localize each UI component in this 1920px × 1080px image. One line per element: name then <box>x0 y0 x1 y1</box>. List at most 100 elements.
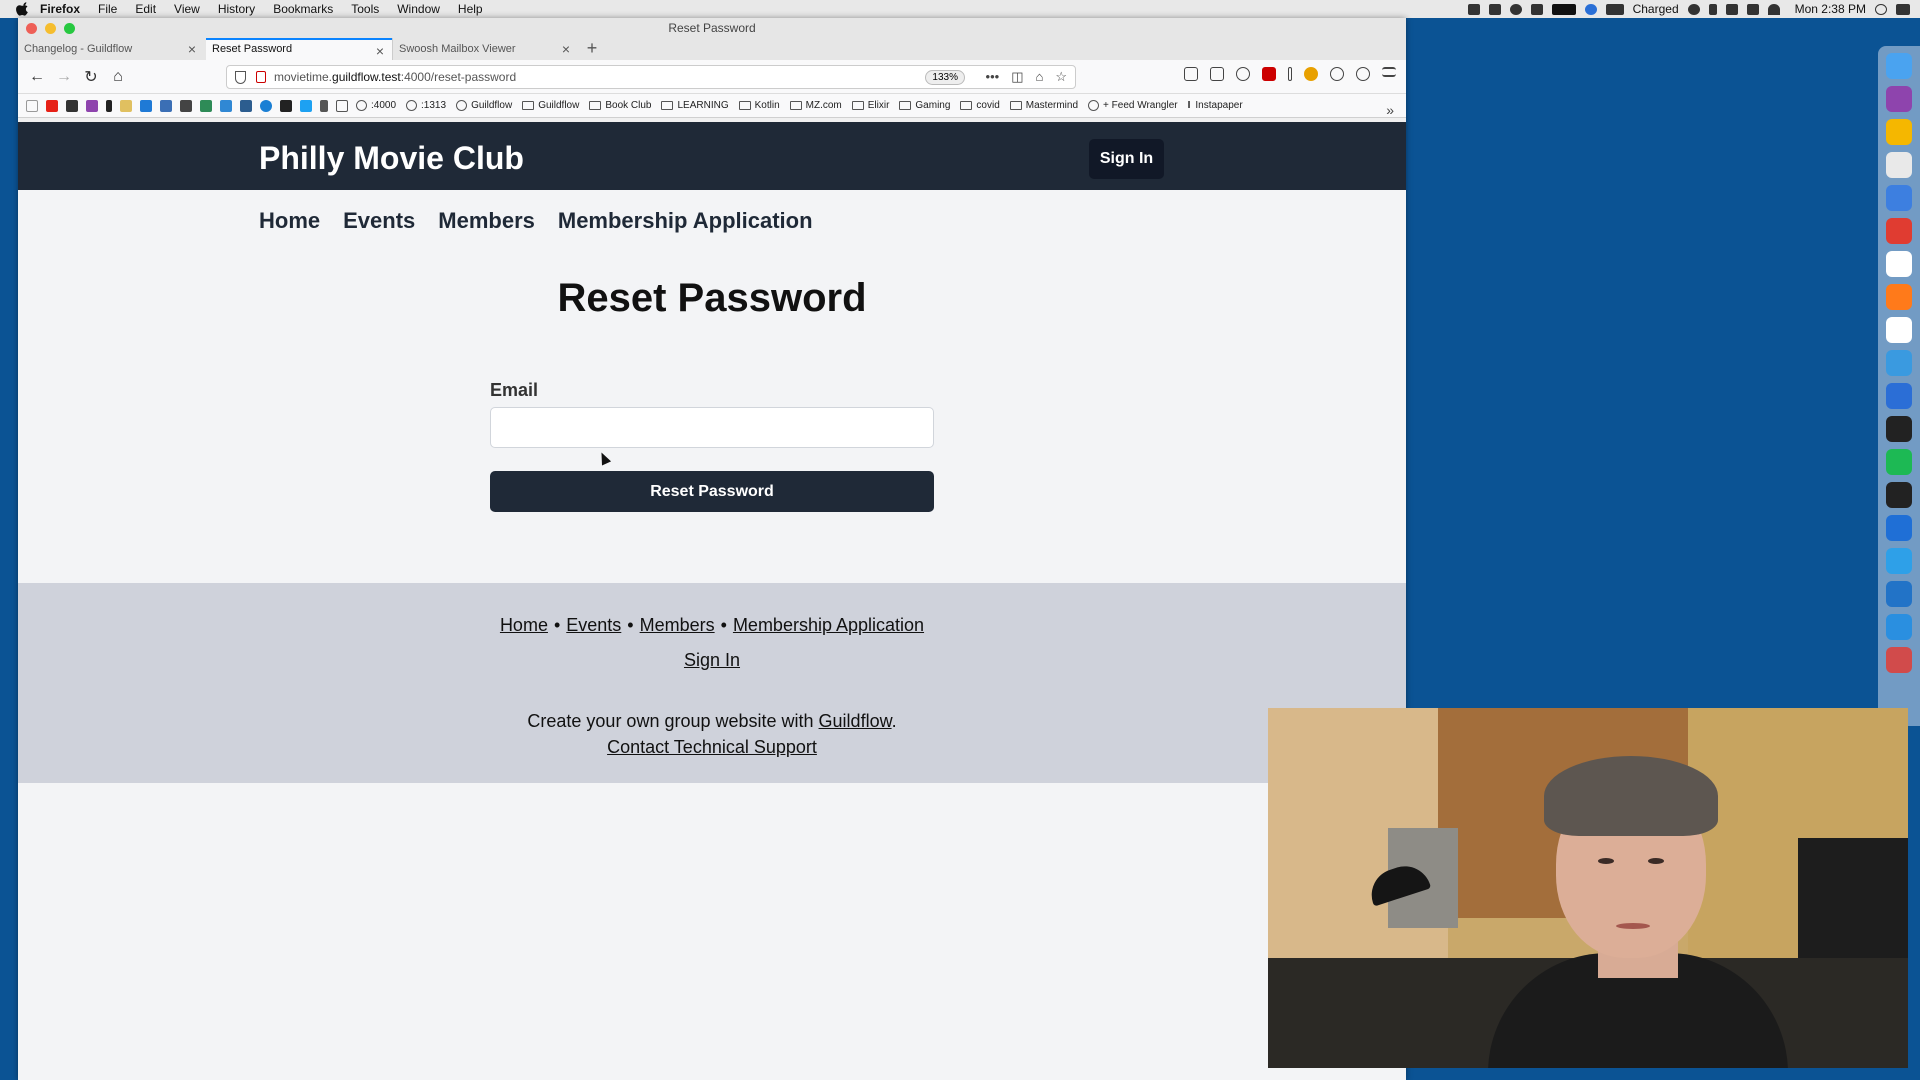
bookmark-star-icon[interactable]: ☆ <box>1055 69 1067 85</box>
ps-bookmark-icon[interactable] <box>180 99 192 112</box>
tracking-protection-icon[interactable] <box>235 70 246 84</box>
bookmark-item[interactable]: + Feed Wrangler <box>1088 100 1178 111</box>
url-bar[interactable]: movietime.guildflow.test:4000/reset-pass… <box>226 65 1076 89</box>
close-tab-icon[interactable]: × <box>188 41 196 57</box>
battery-icon[interactable] <box>1605 3 1624 15</box>
bear-icon[interactable] <box>1886 416 1912 442</box>
trello-icon[interactable] <box>140 99 152 112</box>
forward-button[interactable]: → <box>53 66 75 88</box>
app-icon[interactable] <box>1886 647 1912 673</box>
w-bookmark-icon[interactable] <box>280 99 292 112</box>
bluetooth-icon[interactable] <box>1708 3 1717 15</box>
reset-password-button[interactable]: Reset Password <box>490 471 934 512</box>
nav-home[interactable]: Home <box>259 208 320 234</box>
menu-edit[interactable]: Edit <box>135 2 156 16</box>
ia-writer-icon[interactable] <box>1886 185 1912 211</box>
bookmark-favicon-icon[interactable] <box>26 99 38 112</box>
zoom-level-badge[interactable]: 133% <box>925 70 965 85</box>
tab-reset-password[interactable]: Reset Password × <box>206 38 392 60</box>
menu-window[interactable]: Window <box>397 2 440 16</box>
volume-icon[interactable] <box>1746 3 1759 15</box>
ublock-icon[interactable] <box>1262 67 1276 81</box>
footer-link-members[interactable]: Members <box>640 615 715 635</box>
menu-tools[interactable]: Tools <box>351 2 379 16</box>
menu-bookmarks[interactable]: Bookmarks <box>273 2 333 16</box>
bookmark-folder[interactable]: MZ.com <box>789 100 842 111</box>
terminal-icon[interactable] <box>1886 482 1912 508</box>
contact-support-link[interactable]: Contact Technical Support <box>607 737 817 757</box>
c-bookmark-icon[interactable] <box>106 99 112 112</box>
reload-button[interactable]: ↻ <box>80 66 102 88</box>
tab-swoosh-mailbox[interactable]: Swoosh Mailbox Viewer × <box>392 38 578 60</box>
power-icon[interactable] <box>1509 3 1522 15</box>
youtube-icon[interactable] <box>46 99 58 112</box>
close-tab-icon[interactable]: × <box>562 41 570 57</box>
edge-bookmark-icon[interactable] <box>260 99 272 112</box>
site-title[interactable]: Philly Movie Club <box>259 140 524 177</box>
account-icon[interactable] <box>1236 67 1250 81</box>
page-actions-icon[interactable]: ••• <box>986 69 1000 85</box>
nav-events[interactable]: Events <box>343 208 415 234</box>
cookie-ext-icon[interactable] <box>1304 67 1318 81</box>
bookmark-folder[interactable]: Gaming <box>899 100 950 111</box>
home-extension-icon[interactable]: ⌂ <box>1035 69 1043 85</box>
onepassword-icon[interactable] <box>1687 3 1700 15</box>
menu-app-name[interactable]: Firefox <box>40 2 80 16</box>
mastodon-icon[interactable] <box>220 99 232 112</box>
bookmark-folder[interactable]: Mastermind <box>1009 100 1078 111</box>
instapaper-ext-icon[interactable] <box>1288 67 1292 81</box>
bookmark-folder[interactable]: covid <box>960 100 1000 111</box>
close-tab-icon[interactable]: × <box>376 43 384 59</box>
dropbox-icon[interactable] <box>1488 3 1501 15</box>
bookmark-folder[interactable]: LEARNING <box>661 100 729 111</box>
menu-help[interactable]: Help <box>458 2 483 16</box>
braces-bookmark-icon[interactable] <box>336 99 348 112</box>
slack-icon[interactable] <box>1886 152 1912 178</box>
back-button[interactable]: ← <box>26 66 48 88</box>
tab-changelog[interactable]: Changelog - Guildflow × <box>18 38 204 60</box>
menu-file[interactable]: File <box>98 2 117 16</box>
goodreads-icon[interactable] <box>120 99 132 112</box>
readkit-icon[interactable] <box>1886 317 1912 343</box>
flame-icon[interactable] <box>1530 3 1543 15</box>
url-text[interactable]: movietime.guildflow.test:4000/reset-pass… <box>274 70 516 84</box>
bookmark-item[interactable]: Guildflow <box>456 100 512 111</box>
menu-view[interactable]: View <box>174 2 200 16</box>
bookmark-folder[interactable]: Kotlin <box>738 100 780 111</box>
bbedit-icon[interactable] <box>1886 383 1912 409</box>
nav-membership-application[interactable]: Membership Application <box>558 208 813 234</box>
footer-link-membership-application[interactable]: Membership Application <box>733 615 924 635</box>
library-icon[interactable] <box>1184 67 1198 81</box>
vscode-icon[interactable] <box>1886 581 1912 607</box>
nav-members[interactable]: Members <box>438 208 535 234</box>
pocket-icon[interactable]: ◫ <box>1011 69 1023 85</box>
calendar-icon[interactable] <box>1886 251 1912 277</box>
maps-icon[interactable] <box>1886 515 1912 541</box>
home-button[interactable]: ⌂ <box>107 66 129 88</box>
footer-sign-in-link[interactable]: Sign In <box>684 650 740 670</box>
app-bookmark-icon[interactable] <box>66 99 78 112</box>
notification-center-icon[interactable] <box>1896 3 1910 15</box>
extension-icon[interactable] <box>1356 67 1370 81</box>
finder-icon[interactable] <box>1886 53 1912 79</box>
globe-icon[interactable] <box>1584 3 1597 15</box>
ih-bookmark-icon[interactable] <box>320 99 328 112</box>
todoist-icon[interactable] <box>1886 218 1912 244</box>
footer-link-home[interactable]: Home <box>500 615 548 635</box>
apple-menu-icon[interactable] <box>16 2 30 16</box>
guildflow-link[interactable]: Guildflow <box>819 711 892 731</box>
xcode-icon[interactable] <box>1886 614 1912 640</box>
twitter-icon[interactable] <box>300 99 312 112</box>
safari-icon[interactable] <box>1886 350 1912 376</box>
bookmark-folder[interactable]: Book Club <box>589 100 651 111</box>
bookmark-folder[interactable]: Elixir <box>851 100 889 111</box>
spotlight-search-icon[interactable] <box>1875 3 1887 15</box>
tweetbot-icon[interactable] <box>1886 548 1912 574</box>
bookmark-item[interactable]: :1313 <box>406 100 446 111</box>
sidebar-icon[interactable] <box>1210 67 1224 81</box>
blue-bookmark-icon[interactable] <box>240 99 252 112</box>
omnifocus-icon[interactable] <box>1886 86 1912 112</box>
new-tab-button[interactable]: + <box>578 38 606 60</box>
bookmark-folder[interactable]: Guildflow <box>522 100 579 111</box>
twitch-icon[interactable] <box>86 99 98 112</box>
